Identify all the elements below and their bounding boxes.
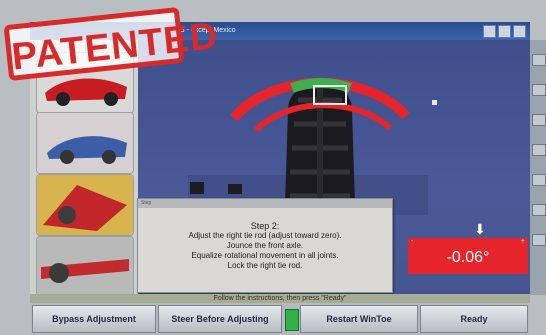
dialog-body: Step 2: Adjust the right tie rod (adjust… <box>138 221 392 271</box>
readout-minus: - <box>411 238 414 245</box>
step-line: Lock the right tie rod. <box>227 261 303 270</box>
right-tool-button-7[interactable] <box>532 234 546 246</box>
status-led-icon <box>285 309 299 331</box>
step-heading: Step 2: <box>250 221 280 231</box>
step-line: Adjust the right tie rod (adjust toward … <box>188 231 342 240</box>
right-tool-button-2[interactable] <box>532 84 546 96</box>
function-button-bar: Bypass Adjustment Steer Before Adjusting… <box>30 303 530 335</box>
minimize-button[interactable] <box>483 25 496 38</box>
dialog-title: Step <box>138 199 392 208</box>
thumbnail-suspension[interactable] <box>36 174 134 236</box>
suspension-icon <box>37 175 133 235</box>
instruction-bar: Follow the instructions, then press "Rea… <box>30 294 530 303</box>
down-arrow-icon: ⬇ <box>474 221 486 237</box>
blue-car-icon <box>37 113 133 173</box>
restart-wintoe-button[interactable]: Restart WinToe <box>300 305 418 333</box>
close-button[interactable] <box>513 25 526 38</box>
toe-readout-value: -0.06° <box>446 249 490 266</box>
right-tool-button-4[interactable] <box>532 144 546 156</box>
maximize-button[interactable] <box>498 25 511 38</box>
readout-plus: + <box>520 238 525 245</box>
instruction-dialog: Step Step 2: Adjust the right tie rod (a… <box>137 198 393 293</box>
axle-icon <box>37 237 133 297</box>
thumbnail-car-blue[interactable] <box>36 112 134 174</box>
bypass-adjustment-button[interactable]: Bypass Adjustment <box>32 305 156 333</box>
thumbnail-axle[interactable] <box>36 236 134 298</box>
right-tool-button-5[interactable] <box>532 174 546 186</box>
steer-before-adjusting-button[interactable]: Steer Before Adjusting <box>158 305 282 333</box>
step-line: Equalize rotational movement in all join… <box>191 251 339 260</box>
right-toolbar <box>530 40 546 295</box>
ready-button[interactable]: Ready <box>420 305 528 333</box>
right-tool-button-3[interactable] <box>532 114 546 126</box>
readout-scale: - + <box>408 238 528 246</box>
window-controls <box>483 25 526 38</box>
right-tool-button-6[interactable] <box>532 204 546 216</box>
right-tool-button-1[interactable] <box>532 54 546 66</box>
step-line: Jounce the front axle. <box>226 241 304 250</box>
